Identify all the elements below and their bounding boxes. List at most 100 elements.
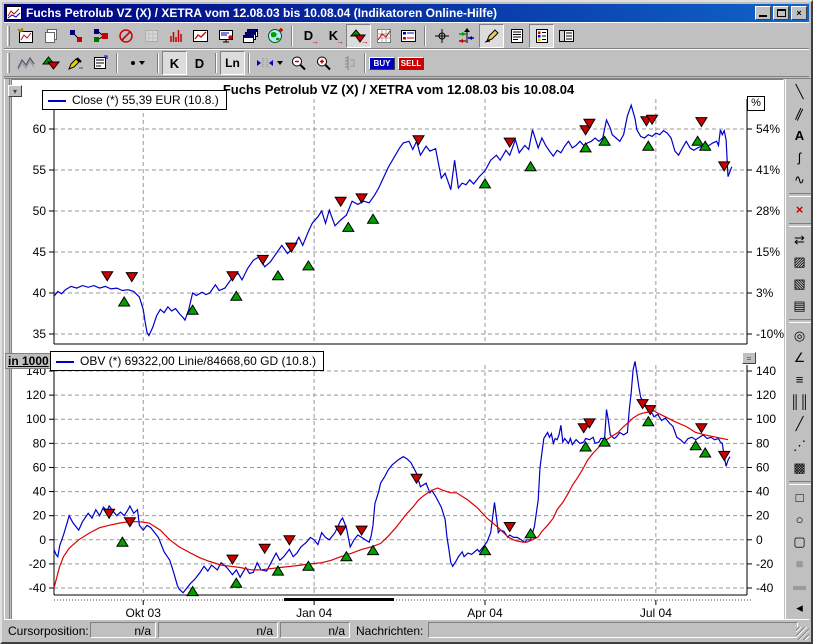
world-chart-button[interactable] bbox=[263, 24, 288, 48]
line-tool[interactable]: ╲ bbox=[788, 81, 812, 103]
sell-button[interactable]: SELL bbox=[398, 56, 424, 70]
application-window: Fuchs Petrolub VZ (X) / XETRA vom 12.08.… bbox=[0, 0, 813, 644]
svg-text:0: 0 bbox=[39, 533, 46, 547]
svg-text:-20: -20 bbox=[29, 557, 47, 571]
rounded-rect-tool[interactable]: ▢ bbox=[788, 531, 812, 553]
cursor-position-label: Cursorposition: bbox=[8, 624, 89, 638]
time-zones-tool[interactable]: ║║ bbox=[788, 391, 812, 413]
signal-triangles-button[interactable] bbox=[38, 51, 63, 75]
toolbar-separator bbox=[424, 25, 426, 46]
window-title: Fuchs Petrolub VZ (X) / XETRA vom 12.08.… bbox=[26, 6, 498, 20]
filled-rect-tool[interactable]: ■ bbox=[788, 553, 812, 575]
filled-rounded-rect-tool[interactable]: ▬ bbox=[788, 575, 812, 597]
linked-blocks-button[interactable] bbox=[63, 24, 88, 48]
svg-text:50: 50 bbox=[33, 204, 47, 218]
kurs-toggle[interactable]: K bbox=[162, 51, 187, 75]
toolbar-grip[interactable] bbox=[7, 25, 10, 46]
red-arrow-icon: → bbox=[361, 36, 369, 46]
close-button[interactable]: × bbox=[791, 6, 807, 20]
toolbar-grip[interactable] bbox=[7, 53, 10, 73]
corner-fan-tool[interactable]: ⋰ bbox=[788, 435, 812, 457]
maximize-button[interactable] bbox=[773, 6, 789, 20]
toolbar-main: D → K → → bbox=[4, 22, 809, 49]
marker-pen-button[interactable] bbox=[63, 51, 88, 75]
signal-arrows-button[interactable]: → bbox=[346, 23, 371, 48]
cascade-windows-button[interactable] bbox=[238, 24, 263, 48]
line-chart-button[interactable] bbox=[188, 24, 213, 48]
zoom-in-button[interactable] bbox=[311, 51, 336, 75]
copy-chart-button[interactable] bbox=[38, 24, 63, 48]
dot-icon bbox=[130, 61, 135, 65]
daily-data-button[interactable]: D → bbox=[296, 24, 321, 48]
zoom-out-button[interactable] bbox=[286, 51, 311, 75]
rectangle-tool[interactable]: □ bbox=[788, 487, 812, 509]
presentation-button[interactable] bbox=[213, 24, 238, 48]
freehand-tool[interactable]: ʃ bbox=[788, 147, 812, 169]
zigzag-button[interactable] bbox=[13, 51, 38, 75]
hatch-pencil-tool-3[interactable]: ▤ bbox=[788, 295, 812, 317]
svg-text:45: 45 bbox=[33, 245, 47, 259]
app-icon bbox=[6, 6, 22, 20]
line-style-dropdown[interactable] bbox=[121, 51, 154, 75]
layout-list-button[interactable] bbox=[554, 24, 579, 48]
hatch-pencil-tool-1[interactable]: ▨ bbox=[788, 251, 812, 273]
properties-button[interactable] bbox=[88, 51, 113, 75]
draw-pencil-button[interactable] bbox=[479, 23, 504, 48]
hatch-pencil-tool-2[interactable]: ▧ bbox=[788, 273, 812, 295]
volume-bars-button[interactable] bbox=[163, 24, 188, 48]
indicator-menu-button[interactable]: = bbox=[742, 352, 756, 364]
unit-label: in 1000 bbox=[5, 353, 52, 369]
toolbar-separator bbox=[215, 53, 217, 73]
toolbar-separator bbox=[364, 53, 366, 73]
toolbar-draw: K D Ln BUY SELL bbox=[4, 49, 809, 77]
grid-chart-button[interactable] bbox=[371, 24, 396, 48]
shift-scale-button[interactable] bbox=[454, 24, 479, 48]
crosshair-button[interactable] bbox=[429, 24, 454, 48]
resize-grip[interactable] bbox=[796, 627, 809, 640]
minimize-button[interactable] bbox=[755, 6, 771, 20]
collapse-chart-button[interactable]: ▾ bbox=[8, 85, 22, 97]
buy-button[interactable]: BUY bbox=[369, 56, 395, 70]
tool-separator bbox=[788, 223, 811, 227]
svg-text:-40: -40 bbox=[29, 581, 47, 595]
fan-lines-tool[interactable]: ∠ bbox=[788, 347, 812, 369]
delete-drawing-tool[interactable]: × bbox=[788, 199, 812, 221]
svg-text:Jan 04: Jan 04 bbox=[296, 606, 332, 620]
retracement-rows-tool[interactable]: ≡ bbox=[788, 369, 812, 391]
diagonal-line-tool[interactable]: ╱ bbox=[788, 413, 812, 435]
toolbar-separator bbox=[291, 25, 293, 46]
bar-spacing-dropdown[interactable] bbox=[253, 51, 286, 75]
svg-text:55: 55 bbox=[33, 163, 47, 177]
compare-chart-button[interactable] bbox=[396, 24, 421, 48]
svg-text:-20: -20 bbox=[756, 557, 774, 571]
grid-button[interactable] bbox=[138, 24, 163, 48]
svg-text:0: 0 bbox=[756, 533, 763, 547]
new-chart-button[interactable] bbox=[13, 24, 38, 48]
scroll-left-button[interactable]: ◂ bbox=[788, 597, 812, 619]
axis-shift-button[interactable] bbox=[336, 51, 361, 75]
grid-hatch-tool[interactable]: ▩ bbox=[788, 457, 812, 479]
text-note-button[interactable] bbox=[504, 24, 529, 48]
svg-text:28%: 28% bbox=[756, 204, 780, 218]
cursor-x-field: n/a bbox=[90, 622, 156, 638]
indicator-list-button[interactable] bbox=[529, 23, 554, 48]
spiral-tool[interactable]: ◎ bbox=[788, 325, 812, 347]
price-legend-text: Close (*) 55,39 EUR (10.8.) bbox=[72, 93, 219, 107]
parallel-lines-tool[interactable]: ∥ bbox=[788, 103, 812, 125]
titlebar[interactable]: Fuchs Petrolub VZ (X) / XETRA vom 12.08.… bbox=[4, 4, 809, 22]
indicator-legend: OBV (*) 69322,00 Linie/84668,60 GD (10.8… bbox=[50, 351, 325, 371]
statusbar: Cursorposition: n/a n/a n/a Nachrichten: bbox=[4, 619, 809, 640]
no-draw-button[interactable] bbox=[113, 24, 138, 48]
svg-text:20: 20 bbox=[33, 509, 47, 523]
trend-channel-tool[interactable]: ⇄ bbox=[788, 229, 812, 251]
wave-tool[interactable]: ∿ bbox=[788, 169, 812, 191]
text-tool[interactable]: A bbox=[788, 125, 812, 147]
ellipse-tool[interactable]: ○ bbox=[788, 509, 812, 531]
svg-text:15%: 15% bbox=[756, 245, 780, 259]
toolbar-separator bbox=[157, 53, 159, 73]
log-scale-toggle[interactable]: Ln bbox=[220, 51, 245, 75]
depot-toggle[interactable]: D bbox=[187, 51, 212, 75]
candle-data-button[interactable]: K → bbox=[321, 24, 346, 48]
flow-blocks-button[interactable] bbox=[88, 24, 113, 48]
cursor-y-field: n/a bbox=[158, 622, 278, 638]
